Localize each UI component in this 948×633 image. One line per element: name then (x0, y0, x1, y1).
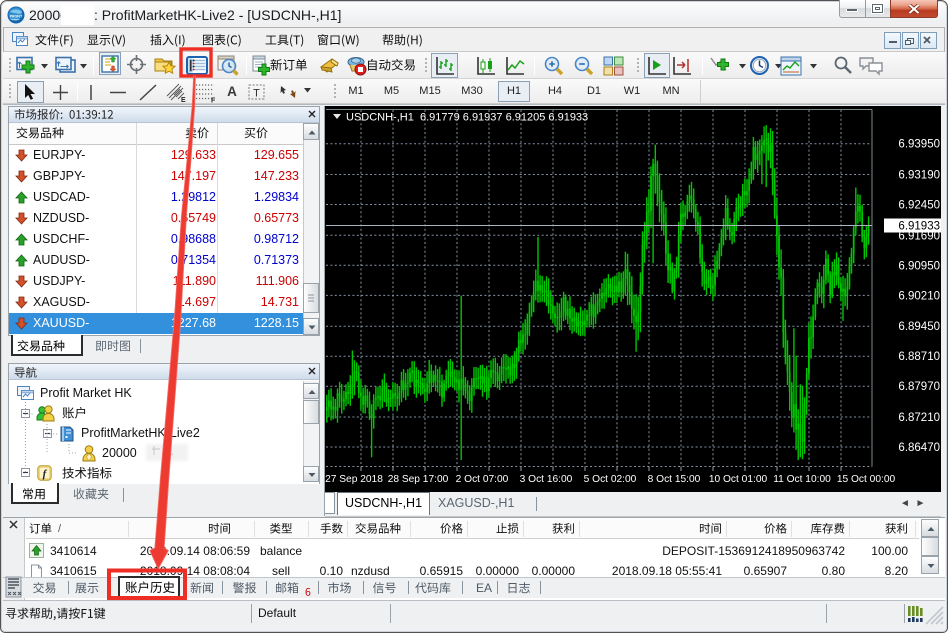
svg-text:PROFIT: PROFIT (10, 15, 23, 19)
svg-text:6.92450: 6.92450 (898, 200, 940, 212)
svg-text:6.91933: 6.91933 (898, 221, 940, 233)
svg-text:11 Oct 10:00: 11 Oct 10:00 (773, 474, 831, 485)
svg-text:15 Oct 00:00: 15 Oct 00:00 (837, 474, 896, 485)
svg-text:F: F (211, 98, 216, 104)
svg-text:6.88710: 6.88710 (898, 351, 940, 363)
svg-text:6.87970: 6.87970 (898, 381, 940, 393)
svg-text:10 Oct 01:00: 10 Oct 01:00 (709, 474, 768, 485)
svg-text:6.86470: 6.86470 (898, 442, 940, 454)
svg-text:6.93190: 6.93190 (898, 170, 940, 182)
svg-text:3 Oct 16:00: 3 Oct 16:00 (520, 474, 573, 485)
svg-text:2 Oct 07:00: 2 Oct 07:00 (456, 474, 509, 485)
svg-text:6.89450: 6.89450 (898, 321, 940, 333)
svg-text:8 Oct 15:00: 8 Oct 15:00 (648, 474, 701, 485)
svg-text:27 Sep 2018: 27 Sep 2018 (325, 474, 383, 485)
svg-text:6.90210: 6.90210 (898, 290, 940, 302)
svg-text:6.87210: 6.87210 (898, 412, 940, 424)
svg-text:T: T (253, 88, 260, 100)
svg-text:6.90950: 6.90950 (898, 260, 940, 272)
svg-text:28 Sep 17:00: 28 Sep 17:00 (388, 474, 449, 485)
svg-text:E: E (181, 97, 186, 103)
svg-text:6.93950: 6.93950 (898, 139, 940, 151)
svg-text:USDCNH-,H1 6.91779 6.91937 6.: USDCNH-,H1 6.91779 6.91937 6.91205 6.919… (346, 112, 588, 124)
svg-text:5 Oct 02:00: 5 Oct 02:00 (584, 474, 637, 485)
